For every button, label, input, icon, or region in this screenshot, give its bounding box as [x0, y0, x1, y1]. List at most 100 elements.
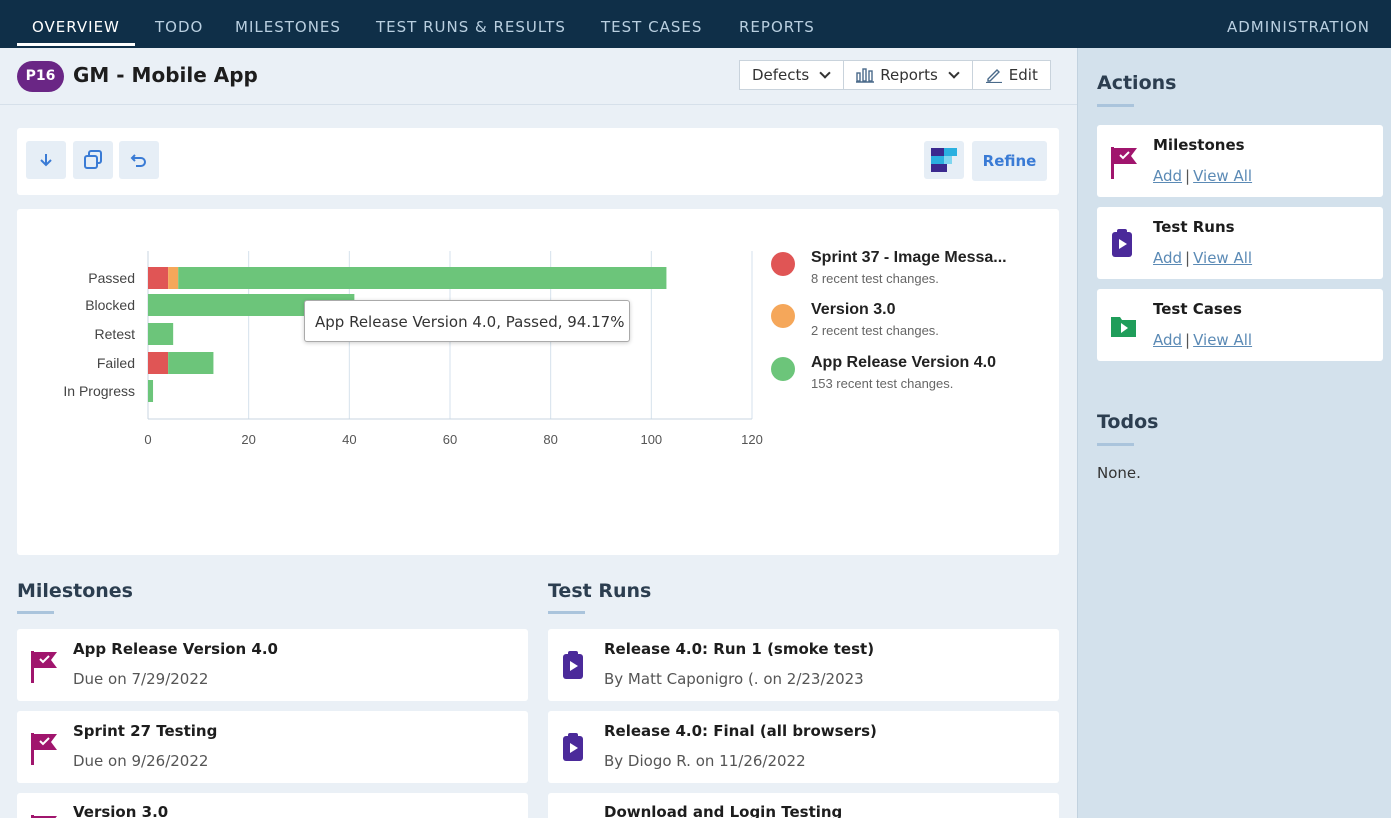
copy-icon — [84, 150, 102, 169]
milestone-item[interactable]: Version 3.0 — [17, 793, 528, 818]
status-bar-chart: 0 20 40 60 80 100 120 Passed Blocked Retest Failed… — [63, 249, 1007, 447]
chevron-down-icon — [819, 67, 831, 79]
legend-swatch — [771, 357, 795, 381]
milestone-name[interactable]: App Release Version 4.0 — [73, 640, 278, 658]
test-runs-heading: Test Runs — [548, 580, 652, 614]
milestone-name[interactable]: Version 3.0 — [73, 803, 168, 818]
test-run-clipboard-icon — [560, 813, 588, 818]
y-category-label: Blocked — [85, 297, 135, 313]
bar-segment — [148, 267, 169, 289]
milestone-due-date: Due on 7/29/2022 — [73, 670, 209, 688]
milestone-flag-icon — [31, 651, 57, 683]
tab-administration[interactable]: ADMINISTRATION — [1227, 0, 1370, 48]
legend-series-name: Sprint 37 - Image Messa... — [811, 249, 1007, 266]
x-tick-label: 60 — [443, 432, 457, 447]
action-title-test-cases: Test Cases — [1153, 300, 1242, 318]
view-all-milestones-link[interactable]: View All — [1193, 167, 1252, 185]
legend-series-subtitle: 153 recent test changes. — [811, 376, 953, 391]
test-run-item[interactable]: Download and Login Testing — [548, 793, 1059, 818]
bar-chart-icon — [856, 68, 875, 83]
x-tick-label: 20 — [241, 432, 255, 447]
action-title-milestones: Milestones — [1153, 136, 1245, 154]
view-all-test-cases-link[interactable]: View All — [1193, 331, 1252, 349]
action-links: Add | View All — [1153, 167, 1252, 185]
undo-icon — [130, 154, 146, 167]
chart-toolbar: Refine — [17, 128, 1059, 195]
view-all-test-runs-link[interactable]: View All — [1193, 249, 1252, 267]
x-tick-label: 120 — [741, 432, 763, 447]
legend-swatch — [771, 304, 795, 328]
bar-segment — [178, 267, 667, 289]
milestone-due-date: Due on 9/26/2022 — [73, 752, 209, 770]
milestone-flag-icon — [31, 815, 57, 818]
actions-heading: Actions — [1097, 72, 1177, 107]
x-tick-label: 0 — [144, 432, 151, 447]
test-run-item[interactable]: Release 4.0: Final (all browsers) By Dio… — [548, 711, 1059, 783]
todos-heading: Todos — [1097, 411, 1159, 446]
test-run-clipboard-icon — [563, 651, 583, 679]
action-card-test-cases: Test Cases Add | View All — [1097, 289, 1383, 361]
chevron-down-icon — [948, 67, 960, 79]
x-tick-label: 40 — [342, 432, 356, 447]
copy-button[interactable] — [73, 141, 113, 179]
milestone-item[interactable]: Sprint 27 Testing Due on 9/26/2022 — [17, 711, 528, 783]
test-run-name[interactable]: Release 4.0: Run 1 (smoke test) — [604, 640, 874, 658]
add-test-run-link[interactable]: Add — [1153, 249, 1182, 267]
test-run-clipboard-icon — [1112, 229, 1132, 257]
sidebar: Actions Milestones Add | View All Test Run… — [1077, 48, 1391, 818]
link-separator: | — [1185, 331, 1191, 349]
header-button-group: Defects Reports Edit — [739, 60, 1051, 90]
edit-button[interactable]: Edit — [973, 61, 1050, 89]
bar-segment — [148, 380, 154, 402]
reports-label: Reports — [880, 66, 938, 84]
test-case-folder-icon — [1111, 317, 1136, 337]
bar-segment — [168, 267, 179, 289]
milestones-heading: Milestones — [17, 580, 133, 614]
y-category-label: In Progress — [63, 383, 135, 399]
test-run-clipboard-icon — [563, 733, 583, 761]
legend-series-name: Version 3.0 — [811, 301, 896, 318]
tab-test-runs-results[interactable]: TEST RUNS & RESULTS — [376, 0, 566, 48]
x-tick-label: 100 — [640, 432, 662, 447]
project-badge: P16 — [17, 61, 64, 92]
legend-swatch — [771, 252, 795, 276]
test-run-name[interactable]: Release 4.0: Final (all browsers) — [604, 722, 877, 740]
bar-segment — [168, 352, 214, 374]
tab-overview[interactable]: OVERVIEW — [17, 0, 135, 48]
page-header: P16 GM - Mobile App Defects Reports Edit — [0, 48, 1077, 105]
legend-series-name: App Release Version 4.0 — [811, 354, 996, 371]
refine-button[interactable]: Refine — [972, 141, 1047, 181]
action-links: Add | View All — [1153, 249, 1252, 267]
test-run-meta: By Diogo R. on 11/26/2022 — [604, 752, 806, 770]
tab-milestones[interactable]: MILESTONES — [235, 0, 341, 48]
legend-series-subtitle: 8 recent test changes. — [811, 271, 939, 286]
action-card-milestones: Milestones Add | View All — [1097, 125, 1383, 197]
page-title: GM - Mobile App — [73, 63, 258, 87]
bar-segment — [148, 352, 169, 374]
link-separator: | — [1185, 249, 1191, 267]
arrow-down-icon — [40, 154, 52, 167]
download-button[interactable] — [26, 141, 66, 179]
milestone-item[interactable]: App Release Version 4.0 Due on 7/29/2022 — [17, 629, 528, 701]
legend-series-subtitle: 2 recent test changes. — [811, 323, 939, 338]
undo-button[interactable] — [119, 141, 159, 179]
add-test-case-link[interactable]: Add — [1153, 331, 1182, 349]
action-card-test-runs: Test Runs Add | View All — [1097, 207, 1383, 279]
tab-todo[interactable]: TODO — [155, 0, 203, 48]
test-run-item[interactable]: Release 4.0: Run 1 (smoke test) By Matt … — [548, 629, 1059, 701]
milestone-name[interactable]: Sprint 27 Testing — [73, 722, 217, 740]
bar-segment — [148, 323, 174, 345]
tab-reports[interactable]: REPORTS — [739, 0, 815, 48]
add-milestone-link[interactable]: Add — [1153, 167, 1182, 185]
tab-test-cases[interactable]: TEST CASES — [601, 0, 702, 48]
x-tick-label: 80 — [543, 432, 557, 447]
milestone-flag-icon — [1111, 147, 1137, 179]
reports-button[interactable]: Reports — [844, 61, 973, 89]
action-title-test-runs: Test Runs — [1153, 218, 1235, 236]
milestone-flag-icon — [31, 733, 57, 765]
chart-tooltip: App Release Version 4.0, Passed, 94.17% — [304, 300, 630, 342]
defects-button[interactable]: Defects — [740, 61, 845, 89]
test-run-name[interactable]: Download and Login Testing — [604, 803, 842, 818]
link-separator: | — [1185, 167, 1191, 185]
chart-type-button[interactable] — [924, 141, 964, 179]
